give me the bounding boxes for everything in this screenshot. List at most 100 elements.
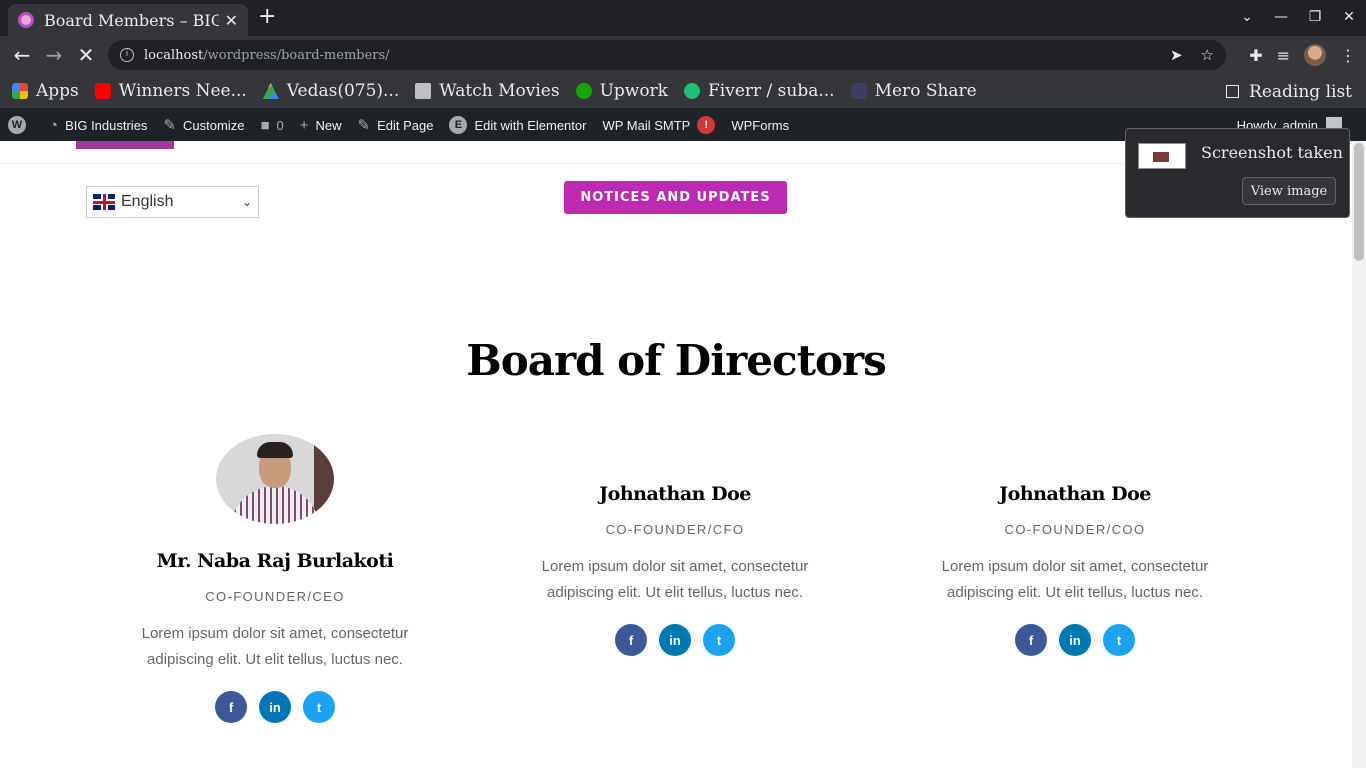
- member-description-line: Lorem ipsum dolor sit amet, consectetur: [141, 625, 409, 642]
- tab-title: Board Members – BIG: [44, 10, 219, 30]
- customize-link[interactable]: ✎ Customize: [163, 116, 244, 134]
- tab-search-icon[interactable]: ⌄: [1230, 9, 1264, 25]
- tab-strip: Board Members – BIG ✕ + ⌄ — ❐ ✕: [0, 0, 1366, 36]
- twitter-icon[interactable]: t: [703, 624, 735, 656]
- extensions-puzzle-icon[interactable]: ✚: [1249, 46, 1262, 65]
- back-arrow-icon[interactable]: ←: [10, 43, 34, 67]
- facebook-icon[interactable]: f: [615, 624, 647, 656]
- apps-grid-icon: [12, 83, 28, 99]
- restore-button[interactable]: ❐: [1298, 9, 1332, 25]
- edit-page-link[interactable]: ✎ Edit Page: [358, 116, 434, 134]
- language-selector[interactable]: English ⌄: [86, 186, 259, 218]
- linkedin-icon[interactable]: in: [1059, 624, 1091, 656]
- site-favicon-icon: [18, 12, 34, 28]
- language-label: English: [121, 193, 174, 210]
- photo-shirt: [230, 486, 320, 524]
- member-role: CO-FOUNDER/COO: [1004, 522, 1146, 537]
- bookmark-upwork[interactable]: Upwork: [575, 81, 668, 101]
- member-description-line: adipiscing elit. Ut elit tellus, luctus …: [547, 584, 803, 601]
- url-path: /wordpress/board-members/: [203, 47, 390, 63]
- upwork-icon: [575, 83, 592, 99]
- bookmark-winners[interactable]: Winners Nee...: [94, 81, 247, 101]
- page-scrollbar[interactable]: [1352, 141, 1366, 768]
- youtube-icon: [94, 83, 111, 99]
- comments-link[interactable]: ■ 0: [260, 117, 283, 134]
- bookmark-vedas[interactable]: Vedas(075)...: [262, 81, 400, 101]
- omnibox-actions: ➤ ☆: [1170, 46, 1214, 64]
- screenshot-toast: Screenshot taken View image: [1125, 128, 1350, 218]
- send-to-devices-icon[interactable]: ➤: [1170, 46, 1183, 64]
- new-tab-button[interactable]: +: [258, 6, 276, 28]
- reading-list-button[interactable]: Reading list: [1226, 74, 1352, 109]
- page-content: English ⌄ NOTICES AND UPDATES Board of D…: [0, 141, 1352, 768]
- address-bar[interactable]: i localhost /wordpress/board-members/ ➤ …: [108, 40, 1226, 70]
- social-links: f in t: [115, 691, 435, 723]
- google-drive-icon: [262, 83, 279, 99]
- stop-loading-icon[interactable]: ✕: [74, 43, 98, 67]
- site-name-menu[interactable]: ◔ BIG Industries: [49, 117, 147, 134]
- scrollbar-thumb[interactable]: [1354, 143, 1364, 261]
- media-control-icon[interactable]: ≡: [1277, 46, 1290, 65]
- screenshot-thumbnail[interactable]: [1138, 143, 1186, 169]
- facebook-icon[interactable]: f: [1015, 624, 1047, 656]
- wp-mail-smtp-label: WP Mail SMTP: [602, 117, 691, 133]
- customize-label: Customize: [183, 117, 245, 133]
- bookmark-label: Watch Movies: [439, 81, 560, 101]
- browser-menu-icon[interactable]: ⋮: [1340, 46, 1356, 65]
- bookmark-label: Winners Nee...: [118, 81, 247, 101]
- browser-tab[interactable]: Board Members – BIG ✕: [8, 4, 248, 36]
- wpforms-menu[interactable]: WPForms: [731, 118, 789, 133]
- twitter-icon[interactable]: t: [303, 691, 335, 723]
- fiverr-icon: [684, 83, 700, 99]
- member-description-line: adipiscing elit. Ut elit tellus, luctus …: [147, 651, 403, 668]
- bookmark-fiverr[interactable]: Fiverr / suba...: [684, 81, 835, 101]
- member-description-line: Lorem ipsum dolor sit amet, consectetur: [941, 558, 1209, 575]
- header-accent-bar: [76, 141, 174, 149]
- member-role: CO-FOUNDER/CEO: [205, 589, 345, 604]
- member-name: Johnathan Doe: [999, 483, 1151, 505]
- url-host: localhost: [144, 47, 204, 63]
- close-window-button[interactable]: ✕: [1332, 9, 1366, 25]
- smtp-alert-badge: !: [697, 116, 716, 134]
- bookmark-label: Vedas(075)...: [286, 81, 400, 101]
- pencil-icon: ✎: [357, 117, 371, 134]
- minimize-button[interactable]: —: [1264, 9, 1298, 25]
- window-controls: ⌄ — ❐ ✕: [1230, 0, 1366, 34]
- bookmark-mero-share[interactable]: Mero Share: [850, 81, 977, 101]
- member-card: Johnathan Doe CO-FOUNDER/CFO Lorem ipsum…: [515, 483, 835, 656]
- bookmark-star-icon[interactable]: ☆: [1201, 46, 1214, 64]
- site-info-icon[interactable]: i: [120, 48, 134, 62]
- reading-list-icon: [1226, 85, 1240, 98]
- member-name: Mr. Naba Raj Burlakoti: [156, 550, 394, 572]
- new-label: New: [315, 117, 342, 133]
- bookmark-label: Upwork: [599, 81, 668, 101]
- facebook-icon[interactable]: f: [215, 691, 247, 723]
- twitter-icon[interactable]: t: [1103, 624, 1135, 656]
- new-content-menu[interactable]: + New: [300, 117, 342, 134]
- comments-count: 0: [276, 117, 284, 133]
- member-description: Lorem ipsum dolor sit amet, consectetur …: [915, 554, 1235, 606]
- forward-arrow-icon[interactable]: →: [42, 43, 66, 67]
- site-name-label: BIG Industries: [65, 117, 148, 133]
- wp-logo-menu[interactable]: W: [8, 116, 33, 134]
- bookmark-watch-movies[interactable]: Watch Movies: [415, 81, 560, 101]
- notices-updates-button[interactable]: NOTICES AND UPDATES: [564, 181, 787, 214]
- toast-title: Screenshot taken: [1201, 143, 1343, 162]
- member-card: Johnathan Doe CO-FOUNDER/COO Lorem ipsum…: [915, 483, 1235, 656]
- tab-close-icon[interactable]: ✕: [225, 11, 238, 30]
- view-image-button[interactable]: View image: [1242, 177, 1336, 205]
- photo-background: [314, 434, 334, 524]
- bookmark-label: Fiverr / suba...: [708, 81, 835, 101]
- member-description-line: Lorem ipsum dolor sit amet, consectetur: [541, 558, 809, 575]
- chevron-down-icon: ⌄: [241, 195, 252, 209]
- photo-hair: [257, 442, 293, 458]
- linkedin-icon[interactable]: in: [659, 624, 691, 656]
- profile-avatar[interactable]: [1304, 44, 1326, 66]
- reading-list-label: Reading list: [1249, 81, 1352, 102]
- linkedin-icon[interactable]: in: [259, 691, 291, 723]
- wp-mail-smtp-menu[interactable]: WP Mail SMTP!: [602, 116, 716, 134]
- section-title: Board of Directors: [466, 336, 887, 385]
- edit-elementor-link[interactable]: E Edit with Elementor: [449, 116, 586, 134]
- bookmark-apps[interactable]: Apps: [12, 81, 79, 101]
- bookmark-label: Apps: [36, 81, 79, 101]
